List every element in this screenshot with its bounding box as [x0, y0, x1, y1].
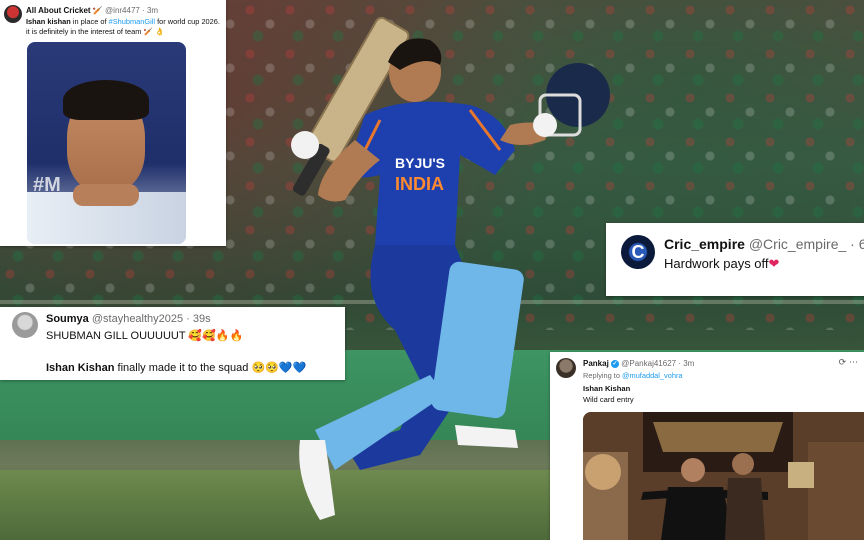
tweet-text-line1: SHUBMAN GILL OUUUUUT 🥰🥰🔥🔥	[46, 329, 243, 342]
tweet-actions-icons[interactable]: ⟳ ⋯	[839, 358, 858, 368]
player-hands	[73, 184, 139, 206]
tweet-text-bold: Ishan kishan	[26, 17, 71, 26]
tweet-image[interactable]: #M	[27, 42, 186, 244]
jersey-sponsor-text: BYJU'S	[395, 155, 445, 171]
player-hair	[63, 80, 149, 120]
author-name[interactable]: Pankaj	[583, 359, 609, 368]
tweet-emojis: 🏏 👌	[143, 27, 165, 36]
author-handle[interactable]: @Cric_empire_ · 6s	[749, 236, 864, 252]
tweet-text: Hardwork pays off❤	[664, 256, 779, 272]
author-name[interactable]: Soumya	[46, 313, 89, 325]
tweet-text-line2: Ishan Kishan finally made it to the squa…	[46, 361, 306, 374]
author-emoji: 🏏	[92, 6, 103, 15]
replying-to: Replying to @mufaddal_vohra	[583, 371, 683, 380]
avatar[interactable]	[556, 358, 576, 378]
tweet-card-cric-empire[interactable]: C Cric_empire @Cric_empire_ · 6s Hardwor…	[606, 223, 864, 296]
tweet-card-all-about-cricket[interactable]: All About Cricket 🏏 @inr4477 · 3m Ishan …	[0, 0, 226, 246]
tweet-card-soumya[interactable]: Soumya @stayhealthy2025 · 39s SHUBMAN GI…	[0, 307, 345, 380]
tweet-text-post: for world cup 2026.	[155, 17, 220, 26]
tweet-text-line2: Wild card entry	[583, 395, 634, 404]
tweet-text-line2: it is definitely in the interest of team	[26, 27, 142, 36]
hashtag-link[interactable]: #ShubmanGill	[109, 17, 155, 26]
author-handle[interactable]: @Pankaj41627 · 3m	[621, 359, 694, 368]
jersey-team-text: INDIA	[395, 174, 444, 194]
tweet-author: All About Cricket 🏏 @inr4477 · 3m	[26, 6, 158, 15]
avatar[interactable]: C	[621, 235, 655, 269]
replying-handle-link[interactable]: @mufaddal_vohra	[622, 371, 683, 380]
tweet-text-pre: in place of	[70, 17, 109, 26]
tweet-line2-bold: Ishan Kishan	[46, 362, 115, 374]
verified-badge-icon: ✓	[611, 359, 620, 368]
tweet-image[interactable]	[583, 412, 864, 540]
author-name[interactable]: All About Cricket	[26, 6, 91, 15]
avatar[interactable]	[4, 5, 22, 23]
author-handle[interactable]: @inr4477 · 3m	[105, 6, 158, 15]
tweet-author: Pankaj ✓ @Pankaj41627 · 3m	[583, 359, 694, 368]
tweet-author: Soumya @stayhealthy2025 · 39s	[46, 313, 211, 325]
tweet-line1-emojis: 🥰🥰🔥🔥	[188, 329, 244, 342]
tweet-line2-text: finally made it to the squad	[114, 362, 249, 374]
replying-label: Replying to	[583, 371, 623, 380]
tweet-line1-text: SHUBMAN GILL OUUUUUT	[46, 330, 186, 342]
tweet-line2-emojis: 🥺🥺💙💙	[251, 361, 307, 374]
tweet-text: Ishan kishan in place of #ShubmanGill fo…	[26, 17, 226, 37]
author-name[interactable]: Cric_empire	[664, 236, 745, 252]
tweet-card-pankaj[interactable]: Pankaj ✓ @Pankaj41627 · 3m ⟳ ⋯ Replying …	[550, 352, 864, 540]
tweet-text-line1: Ishan Kishan	[583, 384, 631, 393]
avatar-letter: C	[631, 242, 645, 262]
tweet-author: Cric_empire @Cric_empire_ · 6s	[664, 236, 864, 252]
tweet-image-scene	[583, 412, 864, 540]
tweet-text-body: Hardwork pays off	[664, 256, 769, 271]
avatar[interactable]	[12, 312, 38, 338]
heart-icon: ❤	[768, 257, 780, 272]
author-handle[interactable]: @stayhealthy2025 · 39s	[92, 313, 211, 325]
